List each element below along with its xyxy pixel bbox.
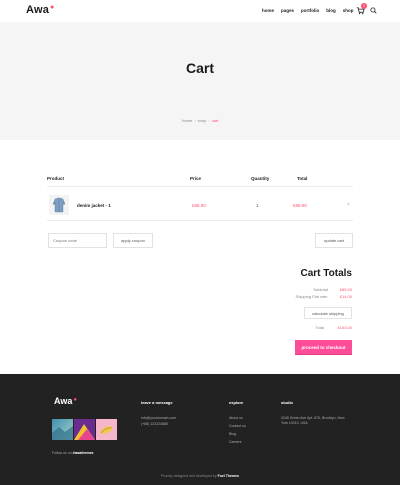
shipping-label: Shipping Flat rate:	[295, 294, 328, 299]
nav-item-shop[interactable]: shop	[343, 8, 354, 13]
instagram-photo[interactable]	[96, 419, 117, 440]
calculate-shipping-button[interactable]: calculate shipping	[304, 307, 352, 319]
breadcrumb-shop[interactable]: shop	[198, 118, 207, 123]
breadcrumb-home[interactable]: Home	[182, 118, 193, 123]
footer-logo-text[interactable]: Awa	[54, 396, 72, 406]
nav-item-home[interactable]: home	[262, 8, 274, 13]
nav-item-pages[interactable]: pages	[281, 8, 294, 13]
product-line-total: £85.00	[293, 203, 307, 208]
instagram-photo[interactable]	[74, 419, 95, 440]
breadcrumb-current: cart	[211, 118, 219, 123]
footer-explore-title: explore	[229, 400, 244, 405]
breadcrumb-separator: ›	[194, 118, 196, 123]
remove-item-icon[interactable]: ×	[347, 202, 350, 208]
apply-coupon-button[interactable]: apply coupon	[113, 233, 153, 248]
copyright-prefix: Proudly designed and developed by	[160, 474, 217, 478]
footer-email[interactable]: info@yourdomain.com	[141, 416, 176, 421]
follow-us-text: Follow us on #awathemes	[52, 451, 93, 455]
page-title: Cart	[185, 60, 214, 76]
table-divider	[47, 220, 353, 221]
main-nav: home pages portfolio blog shop	[262, 8, 354, 13]
subtotal-value: £85.00	[339, 287, 352, 292]
follow-handle-link[interactable]: #awathemes	[73, 451, 94, 455]
nav-item-portfolio[interactable]: portfolio	[301, 8, 319, 13]
product-name[interactable]: denim jacket - 1	[77, 203, 111, 208]
quantity-input[interactable]: 1	[256, 203, 259, 208]
cart-count-badge: 0	[361, 3, 367, 9]
product-price: £85.00	[192, 203, 206, 208]
logo-dot-icon: ●	[50, 4, 55, 11]
copyright-brand-link[interactable]: Fuel Themes	[218, 474, 239, 478]
column-header-product: Product	[47, 176, 65, 181]
breadcrumb-separator: ›	[208, 118, 210, 123]
total-value: £103.00	[337, 325, 352, 330]
site-logo[interactable]: Awa●	[26, 4, 54, 16]
site-logo-text[interactable]: Awa	[26, 4, 49, 16]
footer-leave-message-title: leave a message	[141, 400, 173, 405]
table-divider	[47, 186, 353, 187]
logo-dot-icon: ●	[73, 397, 77, 403]
product-thumbnail[interactable]	[49, 195, 69, 215]
total-label: Total	[315, 325, 324, 330]
cart-totals-title: Cart Totals	[300, 268, 353, 279]
instagram-photo[interactable]	[52, 419, 73, 440]
footer-link-contact[interactable]: Contact us	[229, 424, 246, 428]
subtotal-label: Subtotal	[313, 287, 328, 292]
coupon-code-input[interactable]	[48, 233, 107, 248]
shipping-value: £14.00	[339, 294, 352, 299]
update-cart-button[interactable]: update cart	[315, 233, 353, 248]
page-hero: Cart Home › shop › cart	[0, 22, 400, 140]
follow-prefix: Follow us on	[52, 451, 72, 455]
proceed-to-checkout-button[interactable]: proceed to checkout	[295, 340, 352, 354]
column-header-price: Price	[190, 176, 202, 181]
column-header-quantity: Quantity	[251, 176, 270, 181]
footer-link-blog[interactable]: Blog	[229, 432, 236, 436]
site-footer: Awa● Follow us on #awathemes leave a mes…	[0, 374, 400, 485]
footer-phone[interactable]: (+88) 123224888	[141, 422, 168, 427]
nav-item-blog[interactable]: blog	[326, 8, 336, 13]
footer-link-about[interactable]: About us	[229, 416, 243, 420]
breadcrumb: Home › shop › cart	[0, 118, 400, 123]
column-header-total: Total	[297, 176, 308, 181]
footer-address: 2045 Green Ave Apt. 876, Brooklyn, New Y…	[281, 416, 345, 425]
footer-logo[interactable]: Awa●	[54, 396, 77, 406]
site-header: Awa● home pages portfolio blog shop 0	[0, 0, 400, 22]
footer-copyright: Proudly designed and developed by Fuel T…	[0, 474, 400, 478]
footer-studio-title: studio	[281, 400, 293, 405]
footer-link-careers[interactable]: Careers	[229, 440, 241, 444]
search-icon[interactable]	[370, 7, 377, 14]
